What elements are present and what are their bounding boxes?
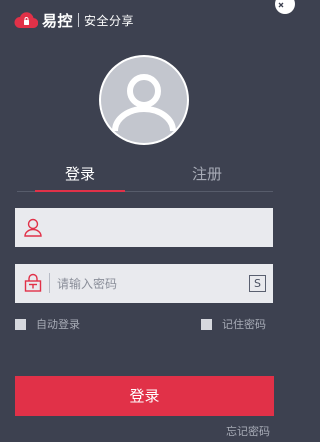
remember-password-label: 记住密码 bbox=[222, 318, 266, 331]
avatar bbox=[99, 55, 189, 145]
field-separator bbox=[49, 273, 50, 293]
lock-icon bbox=[24, 273, 42, 292]
auto-login-label: 自动登录 bbox=[36, 318, 80, 331]
brand-slogan: 安全分享 bbox=[84, 13, 135, 28]
app-header: 易控 安全分享 bbox=[14, 9, 134, 31]
auto-login-checkbox[interactable] bbox=[15, 318, 26, 330]
forgot-password-link[interactable]: 忘记密码 bbox=[226, 423, 270, 439]
remember-password-checkbox[interactable] bbox=[201, 318, 212, 330]
tab-register[interactable]: 注册 bbox=[162, 163, 252, 184]
password-input[interactable] bbox=[57, 264, 237, 303]
active-tab-indicator bbox=[35, 190, 125, 192]
username-input[interactable] bbox=[57, 208, 237, 247]
password-field[interactable]: S bbox=[15, 264, 273, 303]
cloud-lock-logo-icon bbox=[14, 12, 38, 29]
close-button[interactable] bbox=[275, 0, 295, 14]
user-icon bbox=[24, 218, 42, 237]
auto-login-option[interactable]: 自动登录 bbox=[15, 316, 80, 332]
login-register-tabs: 登录 注册 bbox=[17, 155, 273, 192]
brand-name: 易控 bbox=[42, 11, 74, 30]
user-silhouette-icon bbox=[101, 57, 187, 143]
username-field[interactable] bbox=[15, 208, 273, 247]
close-icon bbox=[278, 2, 284, 8]
header-divider bbox=[78, 13, 80, 27]
soft-keyboard-button[interactable]: S bbox=[249, 275, 266, 292]
tab-login[interactable]: 登录 bbox=[35, 163, 125, 184]
remember-password-option[interactable]: 记住密码 bbox=[201, 316, 266, 332]
login-button[interactable]: 登录 bbox=[15, 376, 274, 416]
